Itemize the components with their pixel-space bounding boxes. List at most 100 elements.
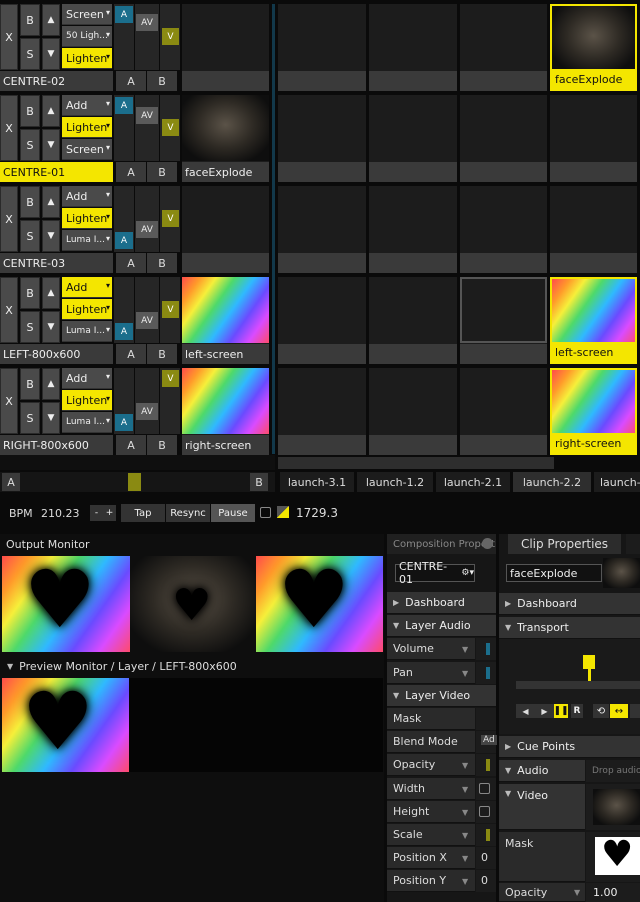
layer-down-icon[interactable]: ▼ — [42, 402, 60, 434]
clip-slot[interactable]: faceExplode — [182, 95, 269, 182]
crossfade-a-assign[interactable]: A — [116, 435, 146, 455]
section-layer-audio[interactable]: ▼ Layer Audio — [387, 615, 496, 638]
layer-up-icon[interactable]: ▲ — [42, 368, 60, 400]
blend-mode-dropdown[interactable]: 50 Ligh... — [62, 26, 112, 47]
layer-down-icon[interactable]: ▼ — [42, 38, 60, 70]
tap-button[interactable]: Tap — [121, 504, 165, 522]
av-toggle-button[interactable]: AV — [136, 403, 158, 420]
horizontal-scrollbar[interactable] — [278, 457, 554, 469]
layer-av-strip[interactable] — [135, 95, 159, 161]
layer-selector[interactable]: CENTRE-01 ⚙▾ — [395, 560, 475, 586]
layer-up-icon[interactable]: ▲ — [42, 186, 60, 218]
blend-mode-dropdown[interactable]: Add — [62, 368, 112, 389]
layer-solo-button[interactable]: S — [20, 129, 40, 161]
audio-a-button[interactable]: A — [115, 323, 133, 340]
av-toggle-button[interactable]: AV — [136, 221, 158, 238]
layer-solo-button[interactable]: S — [20, 402, 40, 434]
param-value-blend-mode[interactable]: Ad — [476, 731, 497, 754]
pause-button[interactable]: Pause — [211, 504, 255, 522]
reverse-button[interactable]: R — [571, 704, 583, 718]
param-value-position-x[interactable]: 0 — [476, 847, 496, 870]
bpm-value[interactable]: 210.23 — [41, 507, 80, 520]
step-back-icon[interactable]: ◀ — [522, 707, 528, 716]
layer-bypass-button[interactable]: B — [20, 95, 40, 127]
clip-slot[interactable] — [460, 186, 547, 273]
layer-up-icon[interactable]: ▲ — [42, 277, 60, 309]
clip-slot[interactable] — [369, 186, 457, 273]
audio-a-button[interactable]: A — [115, 232, 133, 249]
layer-down-icon[interactable]: ▼ — [42, 220, 60, 252]
crossfade-b-assign[interactable]: B — [147, 435, 177, 455]
clip-slot[interactable] — [278, 95, 366, 182]
blend-mode-dropdown[interactable]: Luma I... — [62, 412, 112, 433]
crossfader[interactable]: A B — [0, 472, 275, 492]
av-toggle-button[interactable]: AV — [136, 312, 158, 329]
av-toggle-button[interactable]: AV — [136, 107, 158, 124]
layer-bypass-button[interactable]: B — [20, 368, 40, 400]
blend-mode-dropdown[interactable]: Luma I... — [62, 230, 112, 251]
crossfade-b-assign[interactable]: B — [147, 162, 177, 182]
dropdown-arrow-icon[interactable]: ▼ — [462, 831, 468, 840]
video-v-button[interactable]: V — [162, 210, 179, 227]
blend-mode-dropdown[interactable]: Lighten — [62, 48, 112, 69]
param-checkbox[interactable] — [479, 782, 490, 794]
clip-slot[interactable] — [278, 4, 366, 91]
param-value-volume[interactable] — [476, 638, 496, 661]
bounce-icon[interactable]: ↔ — [610, 704, 628, 718]
bpm-minus-button[interactable]: - — [90, 505, 103, 521]
step-buttons[interactable]: ◀ ▶ — [516, 704, 554, 718]
dropdown-arrow-icon[interactable]: ▼ — [462, 669, 468, 678]
clip-slot[interactable] — [278, 186, 366, 273]
panel-close-icon[interactable] — [482, 538, 493, 549]
crossfade-b-assign[interactable]: B — [147, 71, 177, 91]
blend-mode-dropdown[interactable]: Add — [62, 95, 112, 116]
playhead-marker[interactable] — [583, 655, 595, 669]
crossfade-b-assign[interactable]: B — [147, 344, 177, 364]
layer-up-icon[interactable]: ▲ — [42, 95, 60, 127]
clip-slot[interactable] — [369, 95, 457, 182]
layer-name[interactable]: RIGHT-800x600 — [0, 435, 113, 455]
layer-av-strip[interactable] — [135, 186, 159, 252]
metronome-checkbox[interactable] — [260, 507, 271, 518]
dropdown-arrow-icon[interactable]: ▼ — [462, 761, 468, 770]
layer-solo-button[interactable]: S — [20, 220, 40, 252]
layer-clear-button[interactable]: X — [0, 95, 18, 161]
layer-up-icon[interactable]: ▲ — [42, 4, 60, 36]
layer-clear-button[interactable]: X — [0, 186, 18, 252]
param-value-opacity[interactable] — [476, 754, 496, 777]
blend-mode-dropdown[interactable]: Lighten — [62, 208, 112, 229]
audio-row[interactable]: ▼ Audio — [499, 760, 585, 782]
clip-slot[interactable] — [460, 368, 547, 455]
clip-slot[interactable] — [182, 186, 269, 273]
video-v-button[interactable]: V — [162, 119, 179, 136]
clip-slot[interactable]: left-screen — [550, 277, 637, 364]
blend-mode-dropdown[interactable]: Add — [62, 186, 112, 207]
video-v-button[interactable]: V — [162, 28, 179, 45]
clip-slot[interactable]: left-screen — [182, 277, 269, 364]
clip-slot[interactable] — [369, 4, 457, 91]
blend-mode-dropdown[interactable]: Add — [62, 277, 112, 298]
dropdown-arrow-icon[interactable]: ▼ — [462, 808, 468, 817]
av-toggle-button[interactable]: AV — [136, 14, 158, 31]
section-layer-video[interactable]: ▼ Layer Video — [387, 684, 496, 707]
loop-icon[interactable]: ⟲ — [593, 704, 609, 718]
layer-name[interactable]: LEFT-800x600 — [0, 344, 113, 364]
crossfade-a-assign[interactable]: A — [116, 162, 146, 182]
param-value-scale[interactable] — [476, 824, 496, 846]
layer-down-icon[interactable]: ▼ — [42, 311, 60, 343]
layer-av-strip[interactable] — [135, 368, 159, 434]
clip-slot[interactable] — [550, 95, 637, 182]
crossfade-a-assign[interactable]: A — [116, 253, 146, 273]
clip-properties-tab[interactable]: Clip Properties — [508, 534, 621, 554]
dropdown-arrow-icon[interactable]: ▼ — [574, 888, 580, 897]
layer-name[interactable]: CENTRE-02 — [0, 71, 113, 91]
blend-mode-dropdown[interactable]: Lighten — [62, 390, 112, 411]
video-row[interactable]: ▼ Video — [499, 784, 585, 830]
blend-mode-dropdown[interactable]: Lighten — [62, 299, 112, 320]
video-source-slot[interactable] — [586, 784, 640, 830]
param-value-height[interactable] — [476, 800, 496, 823]
param-value-position-y[interactable]: 0 — [476, 870, 496, 893]
cue-points-row[interactable]: ▶ Cue Points — [499, 736, 640, 758]
next-tab[interactable] — [626, 534, 640, 554]
crossfade-b-assign[interactable]: B — [147, 253, 177, 273]
